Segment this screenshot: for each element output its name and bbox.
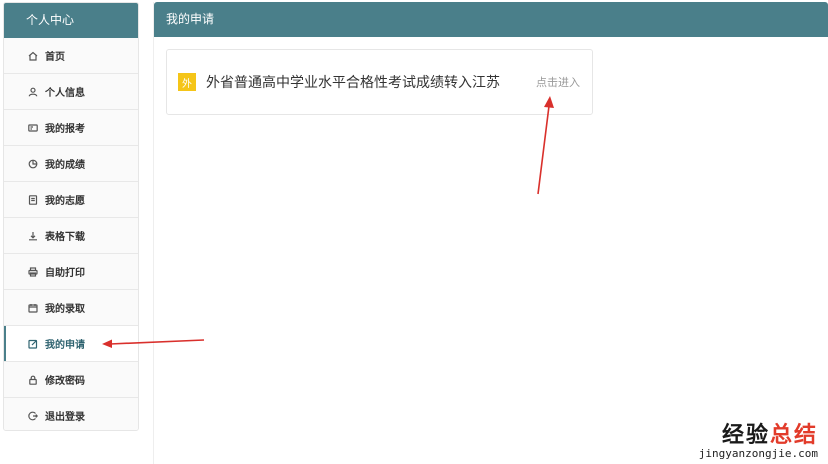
sidebar-item-label: 首页 — [45, 52, 65, 63]
download-icon — [28, 231, 38, 241]
sidebar-item-wishes[interactable]: 我的志愿 — [4, 182, 138, 218]
sidebar-item-label: 个人信息 — [45, 88, 85, 99]
home-icon — [28, 51, 38, 61]
id-card-icon — [28, 123, 38, 133]
sidebar-item-label: 修改密码 — [45, 376, 85, 387]
sidebar-item-downloads[interactable]: 表格下载 — [4, 218, 138, 254]
edit-icon — [28, 339, 38, 349]
sidebar-item-change-password[interactable]: 修改密码 — [4, 362, 138, 398]
document-icon — [28, 194, 38, 205]
enter-link[interactable]: 点击进入 — [536, 74, 580, 90]
sidebar: 个人中心 首页 个人信息 我的报考 我的成绩 我的志愿 表格下载 自助打印 我的… — [3, 2, 139, 431]
application-badge: 外 — [178, 73, 196, 91]
lock-icon — [28, 375, 38, 385]
watermark: 经验总结 jingyanzongjie.com — [699, 417, 818, 460]
sidebar-item-home[interactable]: 首页 — [4, 38, 138, 74]
watermark-url: jingyanzongjie.com — [698, 447, 818, 460]
sidebar-item-label: 我的录取 — [45, 304, 85, 315]
logout-icon — [28, 411, 38, 421]
sidebar-item-admission[interactable]: 我的录取 — [4, 290, 138, 326]
user-icon — [28, 87, 38, 97]
sidebar-item-registration[interactable]: 我的报考 — [4, 110, 138, 146]
sidebar-item-label: 我的成绩 — [45, 160, 85, 171]
sidebar-item-label: 退出登录 — [45, 412, 85, 423]
sidebar-item-label: 表格下载 — [45, 232, 85, 243]
sidebar-menu: 首页 个人信息 我的报考 我的成绩 我的志愿 表格下载 自助打印 我的录取 我的… — [4, 38, 138, 430]
main-panel: 我的申请 外 外省普通高中学业水平合格性考试成绩转入江苏 点击进入 — [153, 2, 828, 464]
printer-icon — [28, 266, 38, 277]
sidebar-title: 个人中心 — [4, 3, 138, 38]
calendar-icon — [28, 303, 38, 313]
pie-chart-icon — [28, 159, 38, 169]
application-title: 外省普通高中学业水平合格性考试成绩转入江苏 — [206, 75, 500, 91]
sidebar-item-logout[interactable]: 退出登录 — [4, 398, 138, 430]
sidebar-item-scores[interactable]: 我的成绩 — [4, 146, 138, 182]
sidebar-item-label: 自助打印 — [45, 268, 85, 279]
sidebar-item-label: 我的申请 — [45, 340, 85, 351]
page-title: 我的申请 — [154, 2, 828, 37]
sidebar-item-label: 我的报考 — [45, 124, 85, 135]
sidebar-item-print[interactable]: 自助打印 — [4, 254, 138, 290]
sidebar-item-profile[interactable]: 个人信息 — [4, 74, 138, 110]
sidebar-item-applications[interactable]: 我的申请 — [4, 326, 138, 362]
application-card[interactable]: 外 外省普通高中学业水平合格性考试成绩转入江苏 点击进入 — [166, 49, 593, 115]
sidebar-item-label: 我的志愿 — [45, 196, 85, 207]
watermark-logo: 经验总结 — [721, 422, 818, 448]
